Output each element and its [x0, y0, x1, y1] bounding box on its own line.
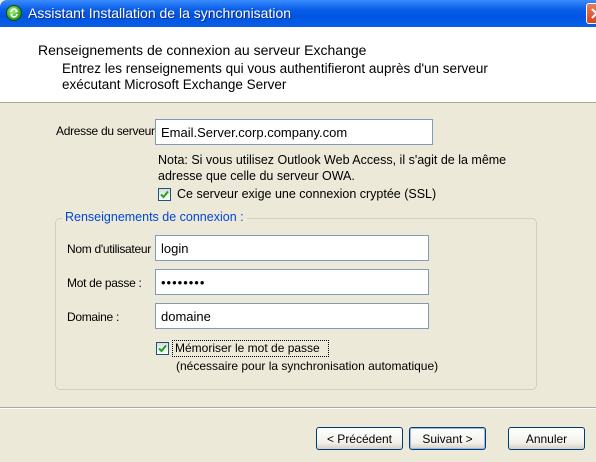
username-input[interactable] — [155, 235, 429, 261]
remember-password-hint: (nécessaire pour la synchronisation auto… — [176, 359, 439, 373]
wizard-header: Renseignements de connexion au serveur E… — [0, 27, 596, 103]
close-icon[interactable] — [586, 3, 596, 24]
checkmark-icon — [160, 190, 169, 199]
window-title: Assistant Installation de la synchronisa… — [28, 5, 292, 21]
ssl-label: Ce serveur exige une connexion cryptée (… — [177, 187, 437, 201]
page-title: Renseignements de connexion au serveur E… — [38, 42, 367, 58]
server-address-label: Adresse du serveur : — [56, 124, 161, 138]
page-description: Entrez les renseignements qui vous authe… — [62, 61, 488, 92]
setup-wizard-window: Assistant Installation de la synchronisa… — [0, 0, 596, 462]
remember-password-checkbox[interactable] — [156, 342, 169, 355]
owa-note: Nota: Si vous utilisez Outlook Web Acces… — [158, 153, 507, 183]
password-label: Mot de passe : — [67, 276, 142, 290]
domain-label: Domaine : — [67, 310, 119, 324]
next-button[interactable]: Suivant > — [409, 427, 486, 450]
sync-app-icon — [6, 5, 22, 21]
server-address-input[interactable] — [155, 119, 433, 145]
password-input[interactable] — [155, 269, 429, 295]
credentials-group-title: Renseignements de connexion : — [62, 210, 247, 224]
cancel-button[interactable]: Annuler — [508, 427, 585, 450]
back-button[interactable]: < Précédent — [316, 427, 403, 450]
checkmark-icon — [158, 344, 167, 353]
username-label: Nom d'utilisateur : — [67, 242, 157, 256]
remember-password-label[interactable]: Mémoriser le mot de passe — [175, 341, 320, 355]
title-bar[interactable]: Assistant Installation de la synchronisa… — [0, 0, 596, 27]
ssl-checkbox[interactable] — [158, 188, 171, 201]
button-separator — [0, 407, 596, 409]
domain-input[interactable] — [155, 303, 429, 329]
